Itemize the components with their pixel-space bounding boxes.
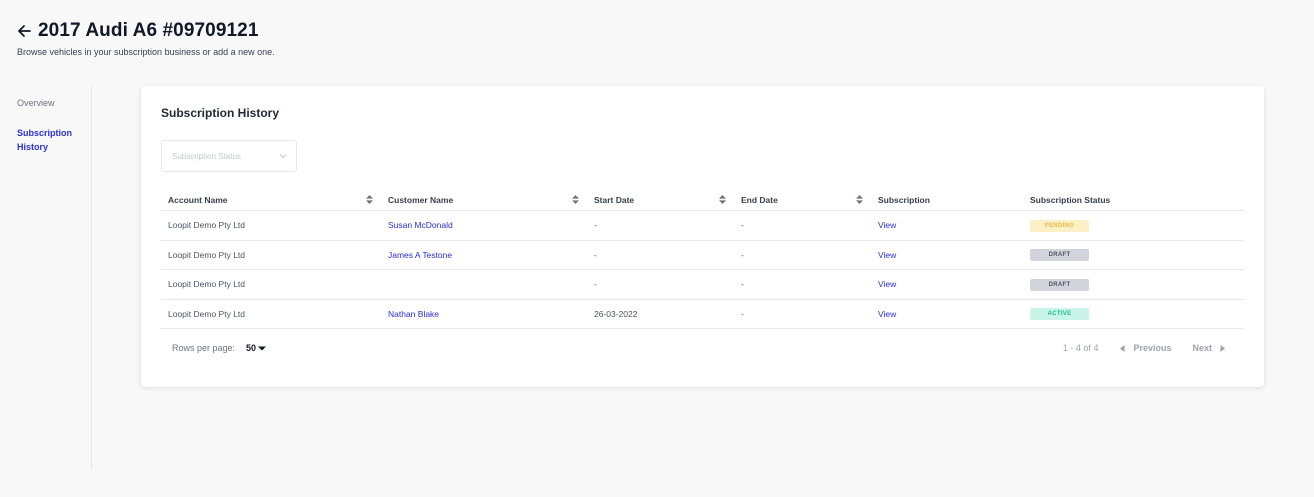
back-arrow-icon[interactable] — [17, 23, 33, 39]
cell-start-date: - — [594, 249, 597, 260]
table-row: Loopit Demo Pty Ltd Nathan Blake 26-03-2… — [161, 300, 1244, 329]
column-header-start-date[interactable]: Start Date — [587, 189, 734, 210]
cell-status: DRAFT — [1023, 248, 1244, 262]
subscription-history-card: Subscription History Subscription Status… — [141, 86, 1264, 387]
cell-end-date: - — [741, 249, 744, 260]
column-label: End Date — [741, 194, 778, 205]
column-header-end-date[interactable]: End Date — [734, 189, 871, 210]
status-badge: DRAFT — [1030, 278, 1089, 291]
page-header: 2017 Audi A6 #09709121 Browse vehicles i… — [17, 20, 275, 57]
rows-per-page: Rows per page: 50 — [161, 343, 267, 353]
sort-icon[interactable] — [719, 195, 726, 204]
status-badge: PENDING — [1030, 219, 1089, 232]
cell-status: ACTIVE — [1023, 307, 1244, 321]
next-page-button[interactable]: Next — [1192, 343, 1225, 353]
column-label: Customer Name — [388, 194, 454, 205]
rows-per-page-label: Rows per page: — [172, 343, 236, 353]
cell-end-date: - — [741, 308, 744, 319]
column-label: Account Name — [168, 194, 228, 205]
view-subscription-link[interactable]: View — [871, 279, 1023, 289]
column-header-subscription-status: Subscription Status — [1023, 189, 1244, 210]
card-title: Subscription History — [161, 106, 280, 120]
caret-right-icon — [1220, 344, 1225, 352]
rows-per-page-value: 50 — [246, 343, 257, 353]
cell-account-name: Loopit Demo Pty Ltd — [168, 220, 246, 231]
column-label: Start Date — [594, 194, 635, 205]
cell-account-name: Loopit Demo Pty Ltd — [168, 279, 246, 290]
cell-start-date: - — [594, 279, 597, 290]
chevron-down-icon — [279, 152, 287, 160]
view-subscription-link[interactable]: View — [871, 250, 1023, 260]
previous-page-button[interactable]: Previous — [1120, 343, 1171, 353]
page-title: 2017 Audi A6 #09709121 — [38, 20, 259, 41]
cell-account-name: Loopit Demo Pty Ltd — [168, 308, 246, 319]
filter-placeholder: Subscription Status — [172, 151, 241, 161]
sort-icon[interactable] — [572, 195, 579, 204]
column-label: Subscription — [878, 194, 930, 205]
status-badge: DRAFT — [1030, 249, 1089, 262]
nav-divider — [91, 86, 92, 469]
cell-end-date: - — [741, 279, 744, 290]
nav-item-overview[interactable]: Overview — [17, 96, 87, 110]
sort-icon[interactable] — [366, 195, 373, 204]
table-header: Account Name Customer Name Start Date En… — [161, 189, 1244, 211]
table-row: Loopit Demo Pty Ltd James A Testone - - … — [161, 241, 1244, 270]
cell-start-date: 26-03-2022 — [594, 308, 638, 319]
caret-down-icon — [258, 345, 267, 351]
cell-start-date: - — [594, 220, 597, 231]
column-label: Subscription Status — [1030, 194, 1111, 205]
table-row: Loopit Demo Pty Ltd Susan McDonald - - V… — [161, 211, 1244, 241]
pagination: 1 - 4 of 4 Previous Next — [1063, 343, 1244, 353]
rows-per-page-select[interactable]: 50 — [246, 343, 267, 353]
subscription-table: Account Name Customer Name Start Date En… — [161, 189, 1244, 329]
cell-customer-name[interactable]: Susan McDonald — [381, 220, 587, 230]
previous-label: Previous — [1133, 343, 1172, 353]
nav-item-label-line1: Subscription — [17, 128, 73, 138]
sort-icon[interactable] — [856, 195, 863, 204]
next-label: Next — [1192, 343, 1212, 353]
cell-end-date: - — [741, 220, 744, 231]
nav-item-subscription-history[interactable]: Subscription History — [17, 126, 87, 154]
caret-left-icon — [1120, 344, 1125, 352]
column-header-account-name[interactable]: Account Name — [161, 189, 381, 210]
pagination-range: 1 - 4 of 4 — [1062, 343, 1099, 353]
column-header-subscription: Subscription — [871, 189, 1023, 210]
cell-customer-name[interactable]: Nathan Blake — [381, 309, 587, 319]
cell-account-name: Loopit Demo Pty Ltd — [168, 249, 246, 260]
view-subscription-link[interactable]: View — [871, 220, 1023, 230]
title-row: 2017 Audi A6 #09709121 — [17, 20, 275, 42]
table-row: Loopit Demo Pty Ltd - - View DRAFT — [161, 270, 1244, 300]
status-badge: ACTIVE — [1030, 308, 1089, 321]
column-header-customer-name[interactable]: Customer Name — [381, 189, 587, 210]
cell-status: PENDING — [1023, 219, 1244, 232]
table-footer: Rows per page: 50 1 - 4 of 4 Previous Ne… — [161, 338, 1244, 358]
nav-item-label-line2: History — [17, 142, 49, 152]
page-subtitle: Browse vehicles in your subscription bus… — [17, 47, 275, 57]
view-subscription-link[interactable]: View — [871, 309, 1023, 319]
side-nav: Overview Subscription History — [17, 96, 87, 154]
cell-customer-name[interactable]: James A Testone — [381, 250, 587, 260]
cell-status: DRAFT — [1023, 278, 1244, 291]
subscription-status-filter[interactable]: Subscription Status — [161, 140, 297, 172]
